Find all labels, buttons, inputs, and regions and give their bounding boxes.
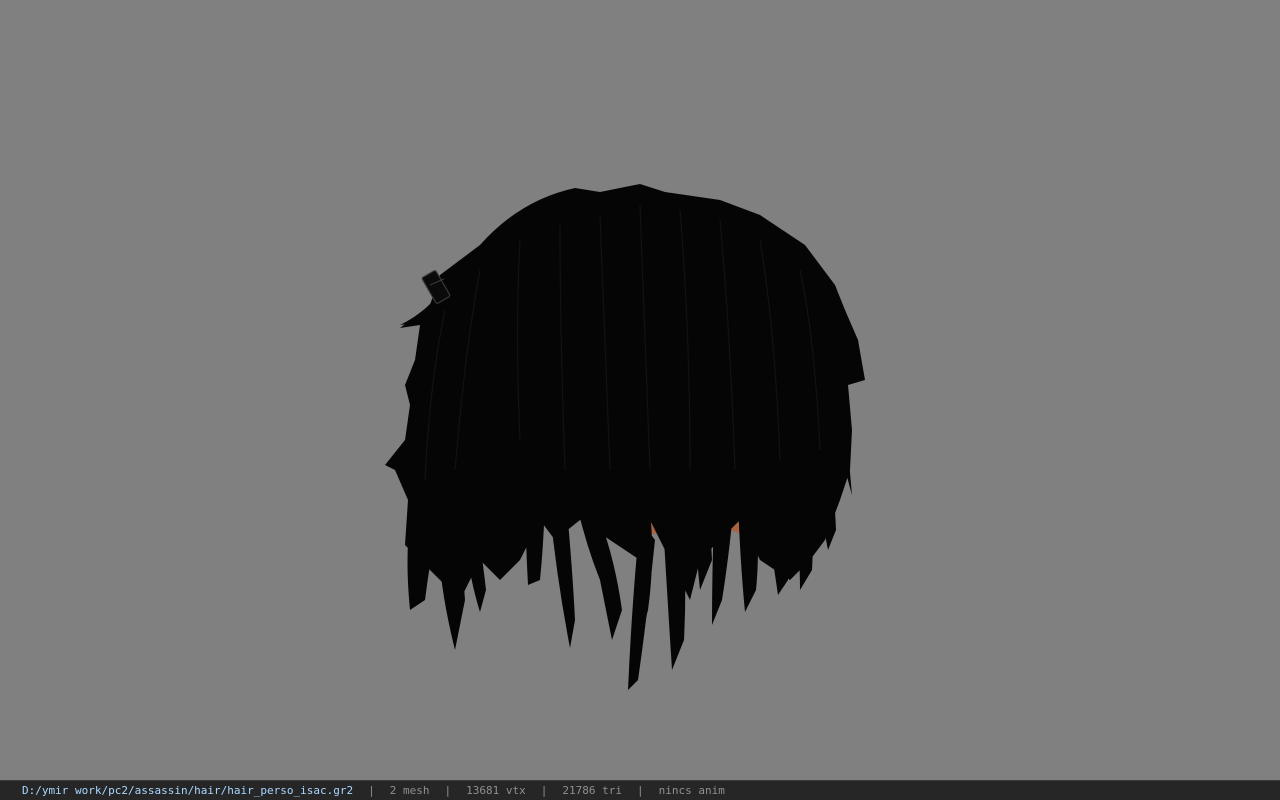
separator: | <box>444 784 452 797</box>
triangle-count: 21786 tri <box>562 784 622 797</box>
separator: | <box>540 784 548 797</box>
hair-mass <box>385 184 865 690</box>
animation-status: nincs anim <box>658 784 725 797</box>
separator: | <box>368 784 375 797</box>
mesh-count: 2 mesh <box>389 784 430 797</box>
vertex-count: 13681 vtx <box>466 784 526 797</box>
3d-viewport[interactable] <box>0 0 1280 780</box>
file-path: D:/ymir work/pc2/assassin/hair/hair_pers… <box>22 784 354 797</box>
status-bar: D:/ymir work/pc2/assassin/hair/hair_pers… <box>0 780 1280 800</box>
separator: | <box>636 784 644 797</box>
hair-model-render[interactable] <box>0 0 1280 780</box>
